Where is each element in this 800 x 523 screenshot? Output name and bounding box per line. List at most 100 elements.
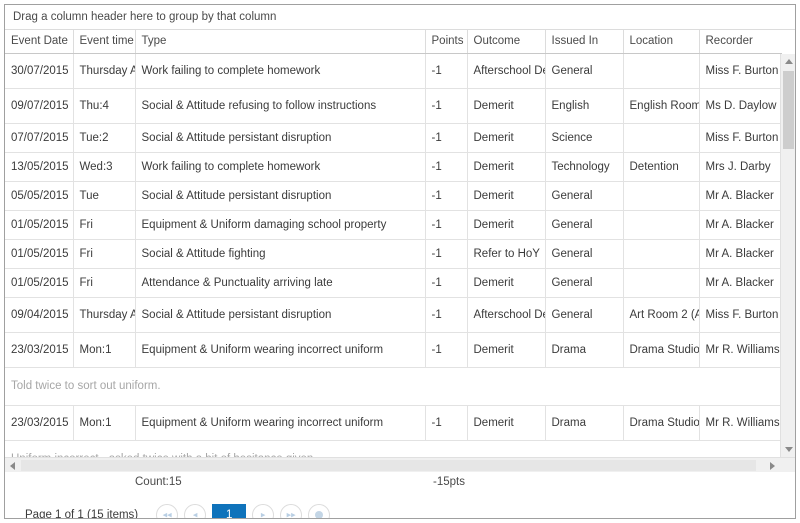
column-header-label: Points	[431, 35, 464, 48]
column-header-issued-in[interactable]: Issued In	[545, 30, 624, 54]
column-header-recorder[interactable]: Recorder	[699, 30, 782, 54]
next-page-icon: ▸	[260, 509, 266, 519]
table-row[interactable]: 23/03/2015 Mon:1 Equipment & Uniform weari…	[5, 332, 782, 368]
note-text: Uniform incorrect - asked twice with a b…	[5, 440, 782, 457]
last-page-icon: ▸▸	[286, 509, 296, 519]
note-row: Told twice to sort out uniform.	[5, 367, 782, 406]
horizontal-scrollbar-thumb[interactable]	[21, 460, 756, 471]
cell-points: -1	[425, 239, 468, 269]
next-page-button[interactable]: ▸	[252, 504, 275, 519]
cell-outcome: Demerit	[467, 332, 546, 368]
scroll-left-arrow-icon[interactable]	[5, 458, 20, 473]
cell-points: -1	[425, 297, 468, 333]
cell-outcome: Demerit	[467, 123, 546, 153]
cell-location: Art Room 2 (A2)	[623, 297, 700, 333]
cell-event-time: Fri	[73, 210, 136, 240]
cell-event-date: 23/03/2015	[5, 332, 74, 368]
cell-type: Social & Attitude persistant disruption	[135, 181, 426, 211]
cell-outcome: Demerit	[467, 152, 546, 182]
cell-issued-in: General	[545, 53, 624, 89]
table-row[interactable]: 01/05/2015 Fri Social & Attitude fighting -…	[5, 239, 782, 269]
table-row[interactable]: 09/04/2015Thursday AMSocial & Attitude p…	[5, 297, 782, 333]
refresh-button[interactable]	[308, 504, 331, 518]
cell-issued-in: General	[545, 210, 624, 240]
table-row[interactable]: 30/07/2015Thursday AMWork failing to com…	[5, 53, 782, 89]
cell-event-time: Mon:1	[73, 405, 136, 441]
cell-recorder: Miss F. Burton	[699, 123, 782, 153]
table-row[interactable]: 23/03/2015 Mon:1 Equipment & Uniform weari…	[5, 405, 782, 441]
column-header-event-date[interactable]: Event Date	[5, 30, 74, 54]
cell-event-time: Fri	[73, 268, 136, 298]
group-by-drop-area[interactable]: Drag a column header here to group by th…	[5, 5, 795, 30]
column-header-outcome[interactable]: Outcome	[467, 30, 546, 54]
cell-location	[623, 53, 700, 89]
column-header-event-time[interactable]: Event time	[73, 30, 136, 54]
previous-page-icon: ◂	[192, 509, 198, 519]
refresh-icon	[315, 511, 324, 518]
table-row[interactable]: 09/07/2015 Thu:4 Social & Attitude refusin…	[5, 88, 782, 124]
cell-issued-in: Science	[545, 123, 624, 153]
column-header-label: Event time	[79, 35, 134, 48]
cell-type: Social & Attitude refusing to follow ins…	[135, 88, 426, 124]
last-page-button[interactable]: ▸▸	[280, 504, 303, 519]
cell-type: Equipment & Uniform wearing incorrect un…	[135, 332, 426, 368]
table-row[interactable]: 13/05/2015 Wed:3 Work failing to complete …	[5, 152, 782, 182]
cell-issued-in: English	[545, 88, 624, 124]
cell-issued-in: General	[545, 268, 624, 298]
cell-event-date: 01/05/2015	[5, 239, 74, 269]
pager: Page 1 of 1 (15 items) ◂◂ ◂ 1 ▸ ▸▸	[5, 498, 795, 519]
cell-event-time: Tue	[73, 181, 136, 211]
cell-event-time: Thursday AM	[73, 297, 136, 333]
first-page-button[interactable]: ◂◂	[156, 504, 179, 518]
column-header-location[interactable]: Location	[623, 30, 700, 54]
cell-event-time: Fri	[73, 239, 136, 269]
total-count-label: Count:15	[135, 476, 182, 488]
cell-issued-in: Drama	[545, 332, 624, 368]
cell-recorder: Mr A. Blacker	[699, 239, 782, 269]
cell-event-time: Mon:1	[73, 332, 136, 368]
cell-points: -1	[425, 210, 468, 240]
column-header-points[interactable]: Points	[425, 30, 468, 54]
cell-points: -1	[425, 181, 468, 211]
cell-event-date: 01/05/2015	[5, 268, 74, 298]
cell-issued-in: General	[545, 239, 624, 269]
scroll-right-arrow-icon[interactable]	[765, 458, 780, 473]
cell-type: Attendance & Punctuality arriving late	[135, 268, 426, 298]
vertical-scrollbar-thumb[interactable]	[783, 71, 794, 149]
cell-points: -1	[425, 152, 468, 182]
cell-points: -1	[425, 123, 468, 153]
previous-page-button[interactable]: ◂	[184, 504, 207, 519]
cell-outcome: Refer to HoY	[467, 239, 546, 269]
cell-issued-in: Technology	[545, 152, 624, 182]
cell-event-time: Thu:4	[73, 88, 136, 124]
cell-outcome: Demerit	[467, 181, 546, 211]
scroll-up-arrow-icon[interactable]	[781, 54, 795, 69]
table-row[interactable]: 01/05/2015 Fri Attendance & Punctuality ar…	[5, 268, 782, 298]
grid-scroll-area: Event Date Event time Type Points Outcom…	[5, 30, 782, 457]
vertical-scrollbar[interactable]	[780, 54, 795, 457]
cell-outcome: Demerit	[467, 268, 546, 298]
cell-event-date: 09/07/2015	[5, 88, 74, 124]
column-header-type[interactable]: Type	[135, 30, 426, 54]
column-header-label: Recorder	[705, 35, 753, 48]
grid-window: Drag a column header here to group by th…	[4, 4, 796, 519]
cell-type: Social & Attitude persistant disruption	[135, 123, 426, 153]
cell-event-date: 30/07/2015	[5, 53, 74, 89]
table-row[interactable]: 07/07/2015 Tue:2 Social & Attitude persist…	[5, 123, 782, 153]
column-header-label: Location	[629, 35, 673, 48]
cell-event-date: 13/05/2015	[5, 152, 74, 182]
table-row[interactable]: 05/05/2015 Tue Social & Attitude persistan…	[5, 181, 782, 211]
cell-issued-in: Drama	[545, 405, 624, 441]
group-by-hint-text: Drag a column header here to group by th…	[13, 11, 277, 23]
horizontal-scrollbar[interactable]	[5, 457, 795, 473]
note-text: Told twice to sort out uniform.	[5, 367, 782, 406]
table-header-row: Event Date Event time Type Points Outcom…	[5, 30, 782, 54]
cell-recorder: Ms D. Daylow	[699, 88, 782, 124]
page-info-label: Page 1 of 1 (15 items)	[25, 509, 139, 519]
page-number-button-1[interactable]: 1	[212, 504, 247, 518]
table-row[interactable]: 01/05/2015 Fri Equipment & Uniform damagin…	[5, 210, 782, 240]
cell-location	[623, 210, 700, 240]
cell-location	[623, 239, 700, 269]
scroll-down-arrow-icon[interactable]	[781, 442, 795, 457]
total-points-label: -15pts	[433, 476, 465, 488]
